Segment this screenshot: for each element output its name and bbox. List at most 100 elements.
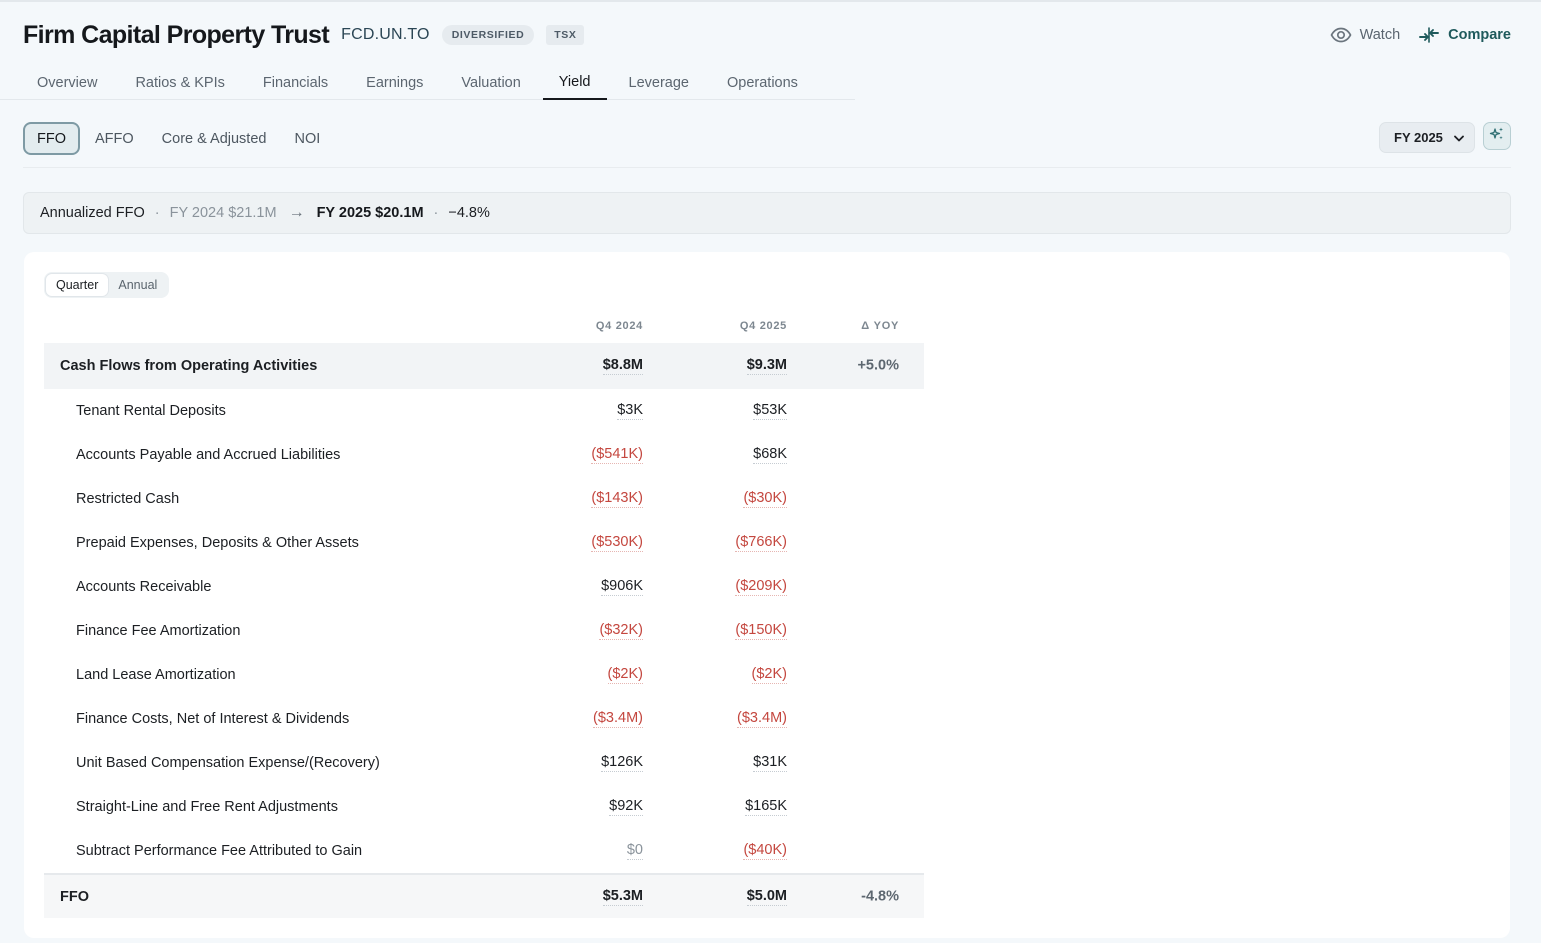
row-label: Unit Based Compensation Expense/(Recover… — [76, 755, 380, 771]
table-header: Q4 2024 Q4 2025 Δ YOY — [44, 312, 924, 343]
tab-leverage[interactable]: Leverage — [613, 66, 705, 100]
column-header-q4-2025: Q4 2025 — [739, 320, 787, 332]
cell-q4-2024[interactable]: $8.8M — [602, 357, 643, 375]
cell-q4-2025[interactable]: ($3.4M) — [737, 710, 787, 728]
annualized-summary: Annualized FFO · FY 2024 $21.1M → FY 202… — [23, 192, 1511, 234]
cell-q4-2024[interactable]: $906K — [601, 578, 643, 596]
table-row: Subtract Performance Fee Attributed to G… — [44, 829, 924, 873]
tab-valuation[interactable]: Valuation — [445, 66, 536, 100]
ffo-card: Quarter Annual Q4 2024 Q4 2025 Δ YOY Cas… — [24, 252, 1510, 938]
cell-q4-2024[interactable]: ($143K) — [591, 490, 643, 508]
cell-q4-2025[interactable]: $68K — [753, 446, 787, 464]
summary-label: Annualized FFO — [40, 205, 145, 221]
sector-badge: DIVERSIFIED — [441, 25, 535, 45]
table-row: Accounts Receivable $906K ($209K) — [44, 565, 924, 609]
main-tabs: Overview Ratios & KPIs Financials Earnin… — [0, 66, 855, 100]
table-row: Straight-Line and Free Rent Adjustments … — [44, 785, 924, 829]
cell-q4-2024[interactable]: ($530K) — [591, 534, 643, 552]
compare-arrows-icon — [1418, 26, 1440, 44]
tab-earnings[interactable]: Earnings — [350, 66, 439, 100]
chevron-down-icon — [1454, 130, 1464, 145]
sparkle-button[interactable] — [1483, 122, 1511, 150]
summary-previous: FY 2024 $21.1M — [169, 205, 277, 221]
cell-q4-2024[interactable]: ($2K) — [607, 666, 643, 684]
table-row: Tenant Rental Deposits $3K $53K — [44, 389, 924, 433]
page-header: Firm Capital Property Trust FCD.UN.TO DI… — [23, 18, 1511, 52]
row-label: Finance Costs, Net of Interest & Dividen… — [76, 711, 350, 727]
row-label: Straight-Line and Free Rent Adjustments — [76, 799, 338, 815]
row-label: Prepaid Expenses, Deposits & Other Asset… — [76, 535, 359, 551]
tab-yield[interactable]: Yield — [542, 66, 607, 100]
subnav-controls: FY 2025 — [1379, 122, 1511, 153]
table-row-total: FFO $5.3M $5.0M -4.8% — [44, 873, 924, 918]
cell-yoy: +5.0% — [857, 357, 899, 374]
company-name: Firm Capital Property Trust — [23, 20, 330, 49]
table-row: Accounts Payable and Accrued Liabilities… — [44, 433, 924, 477]
toggle-quarter[interactable]: Quarter — [46, 274, 109, 296]
cell-q4-2025[interactable]: $5.0M — [746, 888, 787, 906]
cell-q4-2024[interactable]: $3K — [617, 402, 643, 420]
cell-q4-2024[interactable]: $5.3M — [602, 888, 643, 906]
table-row: Finance Fee Amortization ($32K) ($150K) — [44, 609, 924, 653]
cell-q4-2024[interactable]: $126K — [601, 754, 643, 772]
cell-q4-2024[interactable]: ($32K) — [599, 622, 643, 640]
row-label: Subtract Performance Fee Attributed to G… — [76, 843, 363, 859]
sparkle-icon — [1489, 126, 1505, 147]
separator-dot: · — [433, 205, 439, 221]
watch-button[interactable]: Watch — [1330, 27, 1401, 43]
row-label: Land Lease Amortization — [76, 667, 236, 683]
subtab-noi[interactable]: NOI — [281, 122, 333, 155]
period-toggle: Quarter Annual — [44, 272, 170, 298]
table-row: Restricted Cash ($143K) ($30K) — [44, 477, 924, 521]
summary-change: −4.8% — [448, 205, 490, 221]
cell-q4-2025[interactable]: $53K — [753, 402, 787, 420]
cell-q4-2025[interactable]: ($209K) — [735, 578, 787, 596]
separator-dot: · — [154, 205, 160, 221]
watch-label: Watch — [1359, 27, 1401, 43]
cell-q4-2025[interactable]: $165K — [745, 798, 787, 816]
row-label: FFO — [60, 888, 89, 905]
toggle-annual[interactable]: Annual — [108, 274, 167, 296]
column-header-q4-2024: Q4 2024 — [595, 320, 643, 332]
cell-q4-2025[interactable]: ($40K) — [743, 842, 787, 860]
row-label: Restricted Cash — [76, 491, 180, 507]
subtab-affo[interactable]: AFFO — [82, 122, 147, 155]
cell-q4-2024[interactable]: $92K — [609, 798, 643, 816]
table-row: Unit Based Compensation Expense/(Recover… — [44, 741, 924, 785]
subtab-core-adjusted[interactable]: Core & Adjusted — [149, 122, 280, 155]
cell-q4-2025[interactable]: ($150K) — [735, 622, 787, 640]
cell-q4-2024[interactable]: ($541K) — [591, 446, 643, 464]
tab-financials[interactable]: Financials — [247, 66, 344, 100]
compare-label: Compare — [1448, 27, 1511, 43]
period-select-value: FY 2025 — [1394, 130, 1443, 145]
cell-q4-2025[interactable]: $9.3M — [746, 357, 787, 375]
cell-q4-2025[interactable]: ($766K) — [735, 534, 787, 552]
cell-q4-2025[interactable]: ($30K) — [743, 490, 787, 508]
table-row: Land Lease Amortization ($2K) ($2K) — [44, 653, 924, 697]
sub-navigation: FFO AFFO Core & Adjusted NOI FY 2025 — [23, 122, 1511, 168]
eye-icon — [1330, 27, 1352, 43]
cell-q4-2024[interactable]: $0 — [626, 842, 643, 860]
period-select[interactable]: FY 2025 — [1379, 122, 1475, 153]
ticker-symbol: FCD.UN.TO — [341, 26, 430, 43]
exchange-badge: TSX — [546, 25, 585, 45]
header-actions: Watch Compare — [1330, 26, 1511, 44]
row-label: Tenant Rental Deposits — [76, 403, 226, 419]
ffo-table: Q4 2024 Q4 2025 Δ YOY Cash Flows from Op… — [44, 312, 924, 918]
row-label: Cash Flows from Operating Activities — [60, 358, 318, 374]
table-row-section: Cash Flows from Operating Activities $8.… — [44, 343, 924, 389]
tab-overview[interactable]: Overview — [21, 66, 113, 100]
row-label: Finance Fee Amortization — [76, 623, 241, 639]
cell-yoy: -4.8% — [861, 888, 899, 904]
cell-q4-2024[interactable]: ($3.4M) — [593, 710, 643, 728]
table-row: Finance Costs, Net of Interest & Dividen… — [44, 697, 924, 741]
row-label: Accounts Receivable — [76, 579, 212, 595]
table-row: Prepaid Expenses, Deposits & Other Asset… — [44, 521, 924, 565]
tab-operations[interactable]: Operations — [711, 66, 814, 100]
cell-q4-2025[interactable]: $31K — [753, 754, 787, 772]
compare-button[interactable]: Compare — [1418, 26, 1511, 44]
subtab-ffo[interactable]: FFO — [23, 122, 80, 155]
tab-ratios-kpis[interactable]: Ratios & KPIs — [119, 66, 240, 100]
cell-q4-2025[interactable]: ($2K) — [751, 666, 787, 684]
summary-current: FY 2025 $20.1M — [316, 205, 424, 221]
